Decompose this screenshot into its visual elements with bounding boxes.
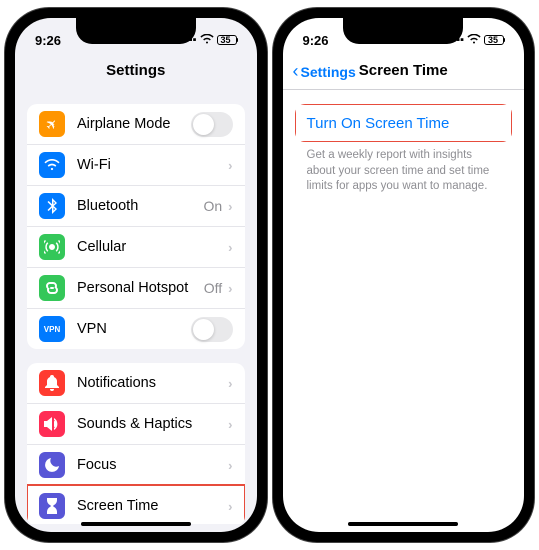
vpn-icon: VPN — [39, 316, 65, 342]
screen-right: 9:26 ▪▪▪ 35 ‹ Settings Screen Time Turn … — [283, 18, 525, 532]
screen-left: 9:26 ▪▪▪ 35 Settings ✈Airplane ModeWi-Fi… — [15, 18, 257, 532]
chevron-right-icon: › — [228, 240, 232, 255]
home-indicator[interactable] — [348, 522, 458, 526]
row-label: Notifications — [77, 375, 228, 391]
row-label: Sounds & Haptics — [77, 416, 228, 432]
chevron-right-icon: › — [228, 158, 232, 173]
nav-header: ‹ Settings Screen Time — [283, 56, 525, 90]
row-cellular[interactable]: Cellular› — [27, 226, 245, 267]
sounds-icon — [39, 411, 65, 437]
chevron-right-icon: › — [228, 417, 232, 432]
row-label: Screen Time — [77, 498, 228, 514]
page-title: Screen Time — [359, 62, 448, 79]
action-group: Turn On Screen Time — [295, 104, 513, 142]
chevron-right-icon: › — [228, 199, 232, 214]
airplane-icon: ✈ — [39, 111, 65, 137]
status-time: 9:26 — [303, 33, 329, 48]
row-value: On — [203, 198, 222, 214]
row-label: Personal Hotspot — [77, 280, 204, 296]
home-indicator[interactable] — [81, 522, 191, 526]
toggle-airplane[interactable] — [191, 112, 233, 137]
row-focus[interactable]: Focus› — [27, 444, 245, 485]
phone-left: 9:26 ▪▪▪ 35 Settings ✈Airplane ModeWi-Fi… — [5, 8, 267, 542]
row-label: VPN — [77, 321, 191, 337]
back-button[interactable]: ‹ Settings — [293, 61, 356, 82]
row-notifications[interactable]: Notifications› — [27, 363, 245, 403]
page-title: Settings — [15, 56, 257, 90]
row-wifi[interactable]: Wi-Fi› — [27, 144, 245, 185]
row-vpn[interactable]: VPN VPN — [27, 308, 245, 349]
row-screentime[interactable]: Screen Time› — [27, 485, 245, 524]
row-sounds[interactable]: Sounds & Haptics› — [27, 403, 245, 444]
settings-content[interactable]: ✈Airplane ModeWi-Fi›BluetoothOn›Cellular… — [15, 90, 257, 524]
row-label: Wi-Fi — [77, 157, 228, 173]
status-time: 9:26 — [35, 33, 61, 48]
notifications-icon — [39, 370, 65, 396]
wifi-icon — [39, 152, 65, 178]
row-hotspot[interactable]: Personal HotspotOff › — [27, 267, 245, 308]
row-label: Bluetooth — [77, 198, 203, 214]
cellular-icon — [39, 234, 65, 260]
battery-icon: 35 — [217, 35, 237, 45]
wifi-icon — [467, 34, 481, 47]
row-label: Airplane Mode — [77, 116, 191, 132]
focus-icon — [39, 452, 65, 478]
row-label: Cellular — [77, 239, 228, 255]
hotspot-icon — [39, 275, 65, 301]
row-value: Off — [204, 280, 222, 296]
settings-group-network: ✈Airplane ModeWi-Fi›BluetoothOn›Cellular… — [27, 104, 245, 349]
battery-icon: 35 — [484, 35, 504, 45]
back-label: Settings — [301, 64, 356, 80]
chevron-left-icon: ‹ — [293, 61, 299, 82]
row-label: Focus — [77, 457, 228, 473]
chevron-right-icon: › — [228, 281, 232, 296]
screentime-content[interactable]: Turn On Screen Time Get a weekly report … — [283, 90, 525, 524]
turn-on-screentime-button[interactable]: Turn On Screen Time — [295, 104, 513, 142]
bluetooth-icon — [39, 193, 65, 219]
footer-text: Get a weekly report with insights about … — [283, 142, 525, 201]
row-airplane[interactable]: ✈ Airplane Mode — [27, 104, 245, 144]
toggle-vpn[interactable] — [191, 317, 233, 342]
notch — [343, 18, 463, 44]
chevron-right-icon: › — [228, 458, 232, 473]
chevron-right-icon: › — [228, 499, 232, 514]
screentime-icon — [39, 493, 65, 519]
action-label: Turn On Screen Time — [307, 115, 450, 132]
row-bluetooth[interactable]: BluetoothOn › — [27, 185, 245, 226]
chevron-right-icon: › — [228, 376, 232, 391]
phone-right: 9:26 ▪▪▪ 35 ‹ Settings Screen Time Turn … — [273, 8, 535, 542]
wifi-icon — [200, 34, 214, 47]
notch — [76, 18, 196, 44]
settings-group-notifications: Notifications›Sounds & Haptics›Focus›Scr… — [27, 363, 245, 524]
